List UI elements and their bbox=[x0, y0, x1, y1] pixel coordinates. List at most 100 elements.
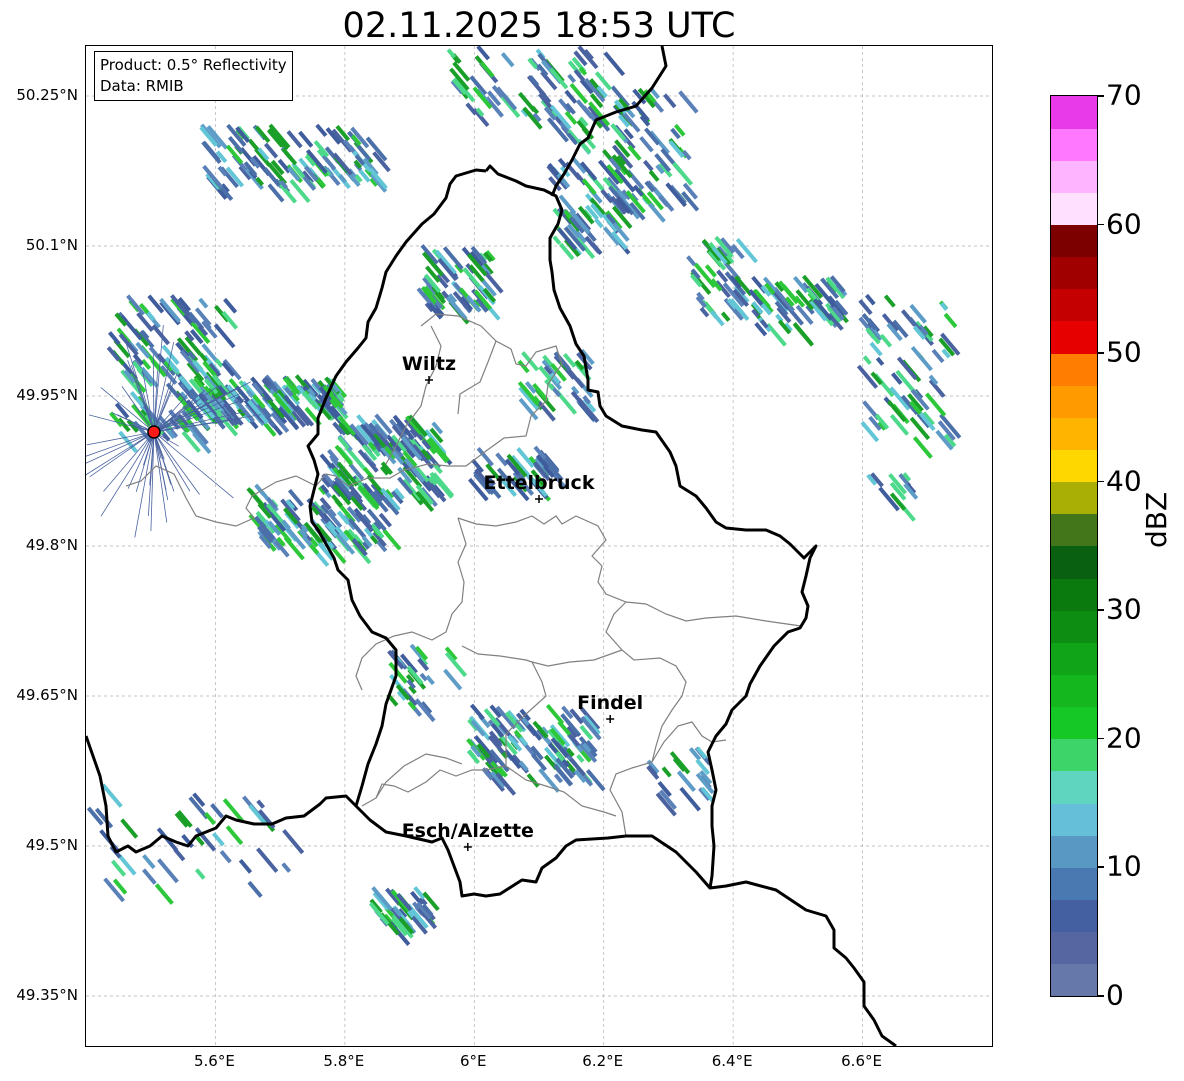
colorbar-tick-mark bbox=[1097, 480, 1104, 483]
radar-echo-cell bbox=[211, 832, 225, 847]
radar-echo-cell bbox=[315, 123, 328, 138]
longitude-tick-label: 6.2°E bbox=[582, 1052, 624, 1070]
colorbar-segment bbox=[1051, 449, 1097, 483]
colorbar-segment bbox=[1051, 417, 1097, 451]
radar-echo-cell bbox=[661, 766, 672, 778]
radar-echo-cell bbox=[869, 341, 883, 357]
radar-echo-cell bbox=[142, 854, 156, 870]
longitude-tick-label: 6.4°E bbox=[711, 1052, 753, 1070]
colorbar-segment bbox=[1051, 771, 1097, 804]
colorbar-tick-mark bbox=[1097, 737, 1104, 740]
colorbar-tick-label: 30 bbox=[1106, 592, 1142, 626]
city-label: Findel bbox=[577, 692, 643, 714]
colorbar-segment bbox=[1051, 256, 1097, 290]
radar-echo-cell bbox=[254, 125, 271, 144]
latitude-tick-label: 49.35°N bbox=[16, 986, 78, 1004]
radar-echo-cell bbox=[883, 294, 896, 308]
colorbar-segment bbox=[1051, 835, 1097, 868]
radar-echo-cell bbox=[517, 359, 530, 374]
radar-echo-cell bbox=[221, 310, 239, 330]
colorbar-tick-label: 10 bbox=[1106, 849, 1142, 883]
radar-echo-cell bbox=[862, 355, 872, 365]
radar-echo-cell bbox=[120, 818, 139, 839]
radar-site-dot bbox=[147, 425, 161, 439]
colorbar-tick-label: 0 bbox=[1106, 978, 1124, 1012]
radar-echo-cell bbox=[792, 322, 813, 345]
radar-echo-cell bbox=[194, 868, 206, 880]
colorbar-tick-label: 20 bbox=[1106, 721, 1142, 755]
colorbar-segment bbox=[1051, 321, 1097, 354]
radar-echo-cell bbox=[663, 93, 677, 109]
radar-echo-cell bbox=[500, 95, 521, 118]
canton-border bbox=[457, 340, 497, 415]
colorbar-tick-mark bbox=[1097, 223, 1104, 226]
latitude-tick-label: 50.1°N bbox=[25, 236, 78, 254]
latitude-tick-label: 49.65°N bbox=[16, 686, 78, 704]
radar-echo-cell bbox=[567, 73, 577, 84]
radar-echo-cell bbox=[648, 169, 660, 182]
radar-echo-cell bbox=[222, 358, 242, 381]
colorbar-segment bbox=[1051, 353, 1097, 386]
radar-echo-cell bbox=[282, 829, 305, 855]
colorbar-tick-mark bbox=[1097, 866, 1104, 868]
colorbar-segment bbox=[1051, 288, 1097, 322]
canton-border bbox=[651, 721, 727, 763]
radar-echo-cell bbox=[256, 799, 266, 809]
data-source-label: Data: RMIB bbox=[100, 77, 184, 95]
latitude-tick-label: 49.95°N bbox=[16, 386, 78, 404]
radar-echo-cell bbox=[495, 86, 518, 111]
canton-border bbox=[461, 645, 623, 667]
radar-echo-cell bbox=[238, 858, 253, 874]
colorbar-segment bbox=[1051, 803, 1097, 836]
longitude-tick-label: 5.6°E bbox=[194, 1052, 235, 1070]
radar-echo-cell bbox=[676, 770, 696, 792]
latitude-tick-label: 49.5°N bbox=[25, 836, 78, 854]
colorbar-unit-label: dBZ bbox=[1140, 491, 1173, 548]
radar-echo-cell bbox=[865, 293, 876, 306]
colorbar-tick-label: 60 bbox=[1106, 207, 1142, 241]
canton-border bbox=[375, 753, 463, 799]
colorbar-segment bbox=[1051, 674, 1097, 708]
colorbar-tick-label: 70 bbox=[1106, 78, 1142, 112]
colorbar-tick-mark bbox=[1097, 609, 1104, 611]
latitude-tick-label: 49.8°N bbox=[25, 536, 78, 554]
colorbar-segment bbox=[1051, 224, 1097, 258]
longitude-tick-label: 6.6°E bbox=[841, 1052, 882, 1070]
radar-echo-cell bbox=[679, 786, 701, 812]
product-info-box: Product: 0.5° Reflectivity Data: RMIB bbox=[94, 51, 293, 101]
colorbar-tick-label: 50 bbox=[1106, 335, 1142, 369]
city-label: Wiltz bbox=[402, 353, 456, 375]
colorbar-segment bbox=[1051, 546, 1097, 579]
longitude-tick-label: 6°E bbox=[460, 1052, 487, 1070]
radar-echo-cell bbox=[443, 668, 463, 691]
colorbar-segment bbox=[1051, 706, 1097, 740]
country-border bbox=[484, 164, 897, 1046]
radar-map[interactable]: Wiltz Ettelbruck Findel Esch/Alzette bbox=[85, 45, 993, 1047]
clutter-ray bbox=[153, 431, 191, 492]
radar-echo-cell bbox=[247, 880, 263, 898]
radar-echo-cell bbox=[610, 123, 626, 141]
radar-echo-cell bbox=[479, 61, 495, 78]
colorbar-segment bbox=[1051, 899, 1097, 933]
colorbar-tick-label: 40 bbox=[1106, 464, 1142, 498]
colorbar-segment bbox=[1051, 385, 1097, 418]
colorbar-tick-mark bbox=[1097, 95, 1104, 97]
radar-echo-cell bbox=[545, 703, 565, 725]
canton-border bbox=[609, 695, 683, 837]
radar-echo-cell bbox=[710, 309, 725, 327]
radar-echo-cell bbox=[256, 847, 279, 873]
radar-echo-cell bbox=[210, 803, 224, 819]
radar-echo-cell bbox=[603, 51, 626, 77]
radar-echo-cell bbox=[495, 452, 508, 467]
radar-echo-cell bbox=[154, 883, 174, 905]
radar-echo-cell bbox=[223, 297, 238, 314]
colorbar-segment bbox=[1051, 963, 1097, 997]
radar-echo-cell bbox=[875, 356, 885, 366]
colorbar-segment bbox=[1051, 96, 1097, 129]
radar-echo-cell bbox=[686, 255, 697, 267]
radar-echo-cell bbox=[173, 847, 186, 862]
colorbar-segment bbox=[1051, 867, 1097, 901]
radar-echo-cell bbox=[678, 90, 699, 114]
canton-border bbox=[457, 515, 802, 627]
radar-echo-cell bbox=[356, 414, 367, 426]
